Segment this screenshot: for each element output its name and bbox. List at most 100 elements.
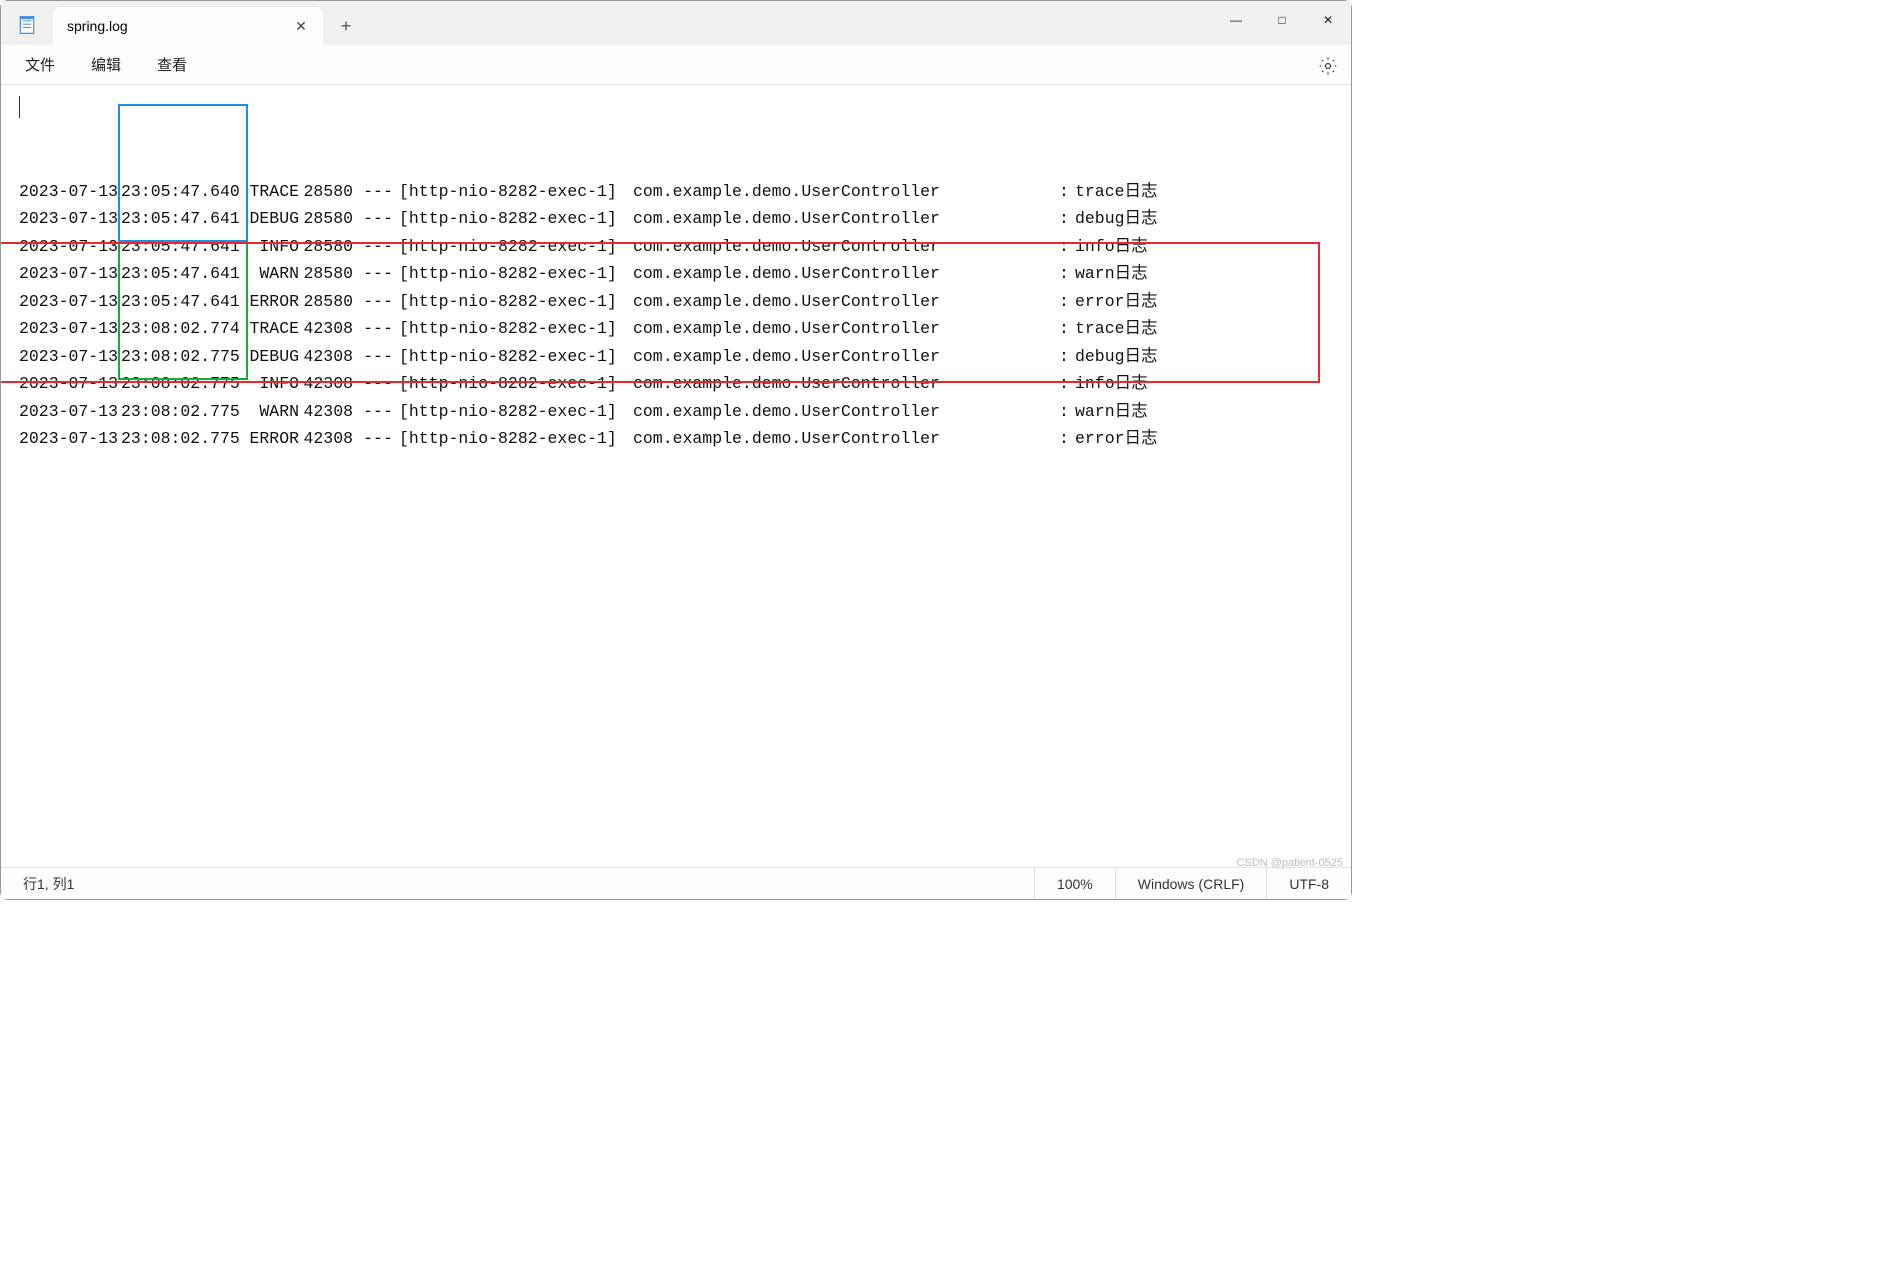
log-pid: 28580 [299, 260, 357, 288]
settings-button[interactable] [1315, 53, 1341, 79]
log-level: TRACE [243, 178, 299, 206]
log-pid: 28580 [299, 233, 357, 261]
log-pid: 28580 [299, 178, 357, 206]
statusbar: 行1, 列1 100% Windows (CRLF) UTF-8 [1, 867, 1351, 899]
log-thread: [http-nio-8282-exec-1] [399, 178, 633, 206]
status-eol: Windows (CRLF) [1115, 868, 1267, 899]
log-logger: com.example.demo.UserController [633, 288, 1059, 316]
log-colon: : [1059, 233, 1075, 261]
editor-content[interactable]: 2023-07-1323:05:47.640TRACE28580---[http… [1, 85, 1351, 867]
tab-title: spring.log [67, 18, 289, 34]
log-date: 2023-07-13 [19, 260, 117, 288]
log-level: INFO [243, 233, 299, 261]
log-colon: : [1059, 205, 1075, 233]
log-msg: debug日志 [1075, 343, 1158, 371]
watermark: CSDN @patient-0525 [1236, 857, 1343, 869]
log-logger: com.example.demo.UserController [633, 178, 1059, 206]
log-level: DEBUG [243, 205, 299, 233]
log-colon: : [1059, 370, 1075, 398]
log-colon: : [1059, 288, 1075, 316]
log-time: 23:05:47.641 [117, 260, 243, 288]
log-line: 2023-07-1323:05:47.641DEBUG28580---[http… [19, 205, 1351, 233]
menu-edit[interactable]: 编辑 [73, 48, 139, 81]
log-colon: : [1059, 425, 1075, 453]
log-date: 2023-07-13 [19, 398, 117, 426]
log-msg: info日志 [1075, 370, 1148, 398]
log-pid: 28580 [299, 288, 357, 316]
log-msg: info日志 [1075, 233, 1148, 261]
log-logger: com.example.demo.UserController [633, 425, 1059, 453]
log-date: 2023-07-13 [19, 205, 117, 233]
log-colon: : [1059, 398, 1075, 426]
log-line: 2023-07-1323:05:47.641INFO28580---[http-… [19, 233, 1351, 261]
titlebar: spring.log ✕ + — □ ✕ [1, 1, 1351, 45]
new-tab-button[interactable]: + [329, 9, 363, 43]
window-controls: — □ ✕ [1213, 1, 1351, 39]
menu-file[interactable]: 文件 [7, 48, 73, 81]
log-line: 2023-07-1323:08:02.775DEBUG42308---[http… [19, 343, 1351, 371]
log-thread: [http-nio-8282-exec-1] [399, 370, 633, 398]
log-line: 2023-07-1323:08:02.775INFO42308---[http-… [19, 370, 1351, 398]
log-date: 2023-07-13 [19, 288, 117, 316]
text-cursor [19, 96, 20, 118]
log-logger: com.example.demo.UserController [633, 260, 1059, 288]
log-pid: 42308 [299, 343, 357, 371]
log-sep: --- [357, 398, 399, 426]
log-sep: --- [357, 288, 399, 316]
log-thread: [http-nio-8282-exec-1] [399, 425, 633, 453]
log-level: INFO [243, 370, 299, 398]
log-pid: 42308 [299, 315, 357, 343]
log-date: 2023-07-13 [19, 315, 117, 343]
log-time: 23:08:02.775 [117, 425, 243, 453]
notepad-icon [17, 15, 37, 35]
log-pid: 42308 [299, 370, 357, 398]
log-level: ERROR [243, 425, 299, 453]
log-line: 2023-07-1323:08:02.774TRACE42308---[http… [19, 315, 1351, 343]
log-level: DEBUG [243, 343, 299, 371]
menu-view[interactable]: 查看 [139, 48, 205, 81]
log-colon: : [1059, 343, 1075, 371]
log-level: ERROR [243, 288, 299, 316]
log-time: 23:05:47.641 [117, 205, 243, 233]
log-sep: --- [357, 370, 399, 398]
log-date: 2023-07-13 [19, 178, 117, 206]
log-colon: : [1059, 260, 1075, 288]
log-logger: com.example.demo.UserController [633, 343, 1059, 371]
log-logger: com.example.demo.UserController [633, 233, 1059, 261]
log-time: 23:05:47.641 [117, 233, 243, 261]
log-text-area[interactable]: 2023-07-1323:05:47.640TRACE28580---[http… [1, 95, 1351, 453]
log-time: 23:08:02.775 [117, 343, 243, 371]
log-level: WARN [243, 260, 299, 288]
log-logger: com.example.demo.UserController [633, 315, 1059, 343]
log-msg: error日志 [1075, 425, 1158, 453]
maximize-button[interactable]: □ [1259, 1, 1305, 39]
log-logger: com.example.demo.UserController [633, 205, 1059, 233]
log-sep: --- [357, 178, 399, 206]
log-time: 23:05:47.640 [117, 178, 243, 206]
log-colon: : [1059, 315, 1075, 343]
log-sep: --- [357, 205, 399, 233]
log-date: 2023-07-13 [19, 370, 117, 398]
log-pid: 42308 [299, 425, 357, 453]
log-thread: [http-nio-8282-exec-1] [399, 288, 633, 316]
log-msg: trace日志 [1075, 315, 1158, 343]
close-button[interactable]: ✕ [1305, 1, 1351, 39]
log-thread: [http-nio-8282-exec-1] [399, 315, 633, 343]
log-sep: --- [357, 315, 399, 343]
log-sep: --- [357, 260, 399, 288]
menubar: 文件 编辑 查看 [1, 45, 1351, 85]
log-level: TRACE [243, 315, 299, 343]
log-thread: [http-nio-8282-exec-1] [399, 205, 633, 233]
log-time: 23:08:02.775 [117, 370, 243, 398]
log-sep: --- [357, 343, 399, 371]
log-time: 23:05:47.641 [117, 288, 243, 316]
tab-spring-log[interactable]: spring.log ✕ [53, 7, 323, 45]
log-thread: [http-nio-8282-exec-1] [399, 398, 633, 426]
tab-close-button[interactable]: ✕ [289, 14, 313, 38]
minimize-button[interactable]: — [1213, 1, 1259, 39]
status-encoding: UTF-8 [1266, 868, 1351, 899]
log-date: 2023-07-13 [19, 233, 117, 261]
log-thread: [http-nio-8282-exec-1] [399, 343, 633, 371]
status-zoom[interactable]: 100% [1034, 868, 1115, 899]
log-logger: com.example.demo.UserController [633, 370, 1059, 398]
